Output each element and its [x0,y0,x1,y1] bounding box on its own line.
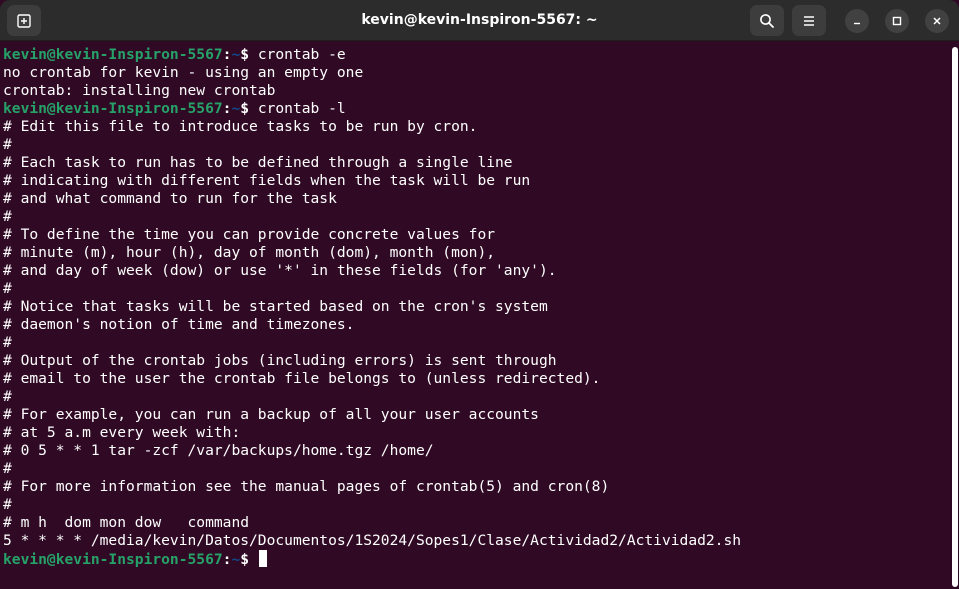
prompt-directory: ~ [231,46,241,63]
output-line: # m h dom mon dow command [3,514,250,531]
command-text: crontab -l [257,100,346,117]
close-button[interactable] [925,9,949,33]
output-line: # at 5 a.m every week with: [3,424,241,441]
hamburger-menu-icon [804,15,814,26]
output-line: # To define the time you can provide con… [3,226,496,243]
prompt-line: kevin@kevin-Inspiron-5567:~$ [3,550,951,568]
prompt-user-host: kevin@kevin-Inspiron-5567 [3,100,223,117]
prompt-directory: ~ [231,551,241,568]
output-line: # Output of the crontab jobs (including … [3,352,557,369]
output-line: # and day of week (dow) or use '*' in th… [3,262,557,279]
output-line: # [3,388,12,405]
output-line: no crontab for kevin - using an empty on… [3,64,364,81]
search-button[interactable] [750,5,784,36]
minimize-icon [854,22,860,25]
output-line: # email to the user the crontab file bel… [3,370,601,387]
maximize-icon [892,16,902,26]
prompt-symbol: $ [240,46,258,63]
close-icon [933,17,941,25]
output-line: # [3,334,12,351]
terminal-output[interactable]: kevin@kevin-Inspiron-5567:~$ crontab -e n… [0,41,951,589]
menu-button[interactable] [792,5,826,36]
prompt-user-host: kevin@kevin-Inspiron-5567 [3,551,223,568]
search-icon [760,13,774,28]
minimize-button[interactable] [845,9,869,33]
output-line: crontab: installing new crontab [3,82,276,99]
output-line: # Each task to run has to be defined thr… [3,154,513,171]
output-line: # [3,280,12,297]
prompt-symbol: $ [240,551,258,568]
new-tab-button[interactable] [7,5,41,36]
maximize-button[interactable] [885,9,909,33]
prompt-user-host: kevin@kevin-Inspiron-5567 [3,46,223,63]
output-line: # [3,136,12,153]
output-line: # indicating with different fields when … [3,172,531,189]
terminal-window: kevin@kevin-Inspiron-5567: ~ kevin@kevin… [0,0,959,589]
output-line: # Notice that tasks will be started base… [3,298,548,315]
output-line: # For example, you can run a backup of a… [3,406,539,423]
prompt-symbol: $ [240,100,258,117]
output-line: # daemon's notion of time and timezones. [3,316,355,333]
prompt-directory: ~ [231,100,241,117]
output-line: # [3,496,12,513]
scrollbar[interactable] [951,44,959,589]
command-text: crontab -e [257,46,346,63]
scrollbar-thumb[interactable] [952,47,958,587]
output-line: # minute (m), hour (h), day of month (do… [3,244,496,261]
output-line: # [3,208,12,225]
text-cursor [258,550,267,567]
output-line: # Edit this file to introduce tasks to b… [3,118,478,135]
new-tab-icon [17,13,31,28]
output-line: 5 * * * * /media/kevin/Datos/Documentos/… [3,532,742,549]
output-line: # 0 5 * * 1 tar -zcf /var/backups/home.t… [3,442,434,459]
output-line: # For more information see the manual pa… [3,478,610,495]
output-line: # [3,460,12,477]
output-line: # and what command to run for the task [3,190,337,207]
prompt-line: kevin@kevin-Inspiron-5567:~$ crontab -l [3,100,951,118]
title-bar[interactable]: kevin@kevin-Inspiron-5567: ~ [0,0,959,41]
prompt-line: kevin@kevin-Inspiron-5567:~$ crontab -e [3,46,951,64]
